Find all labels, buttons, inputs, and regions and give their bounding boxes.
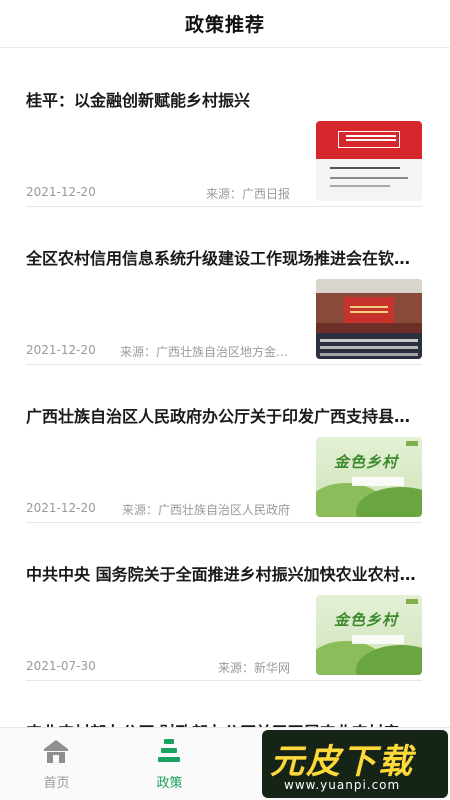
article-date: 2021-12-20 [26,501,96,515]
article-thumbnail[interactable]: 金色乡村 [316,437,422,517]
home-icon [44,740,68,763]
article-title[interactable]: 农业农村部办公厅 财政部办公厅关于开展农业农村产业融合项目 [26,719,422,727]
tab-policy-label: 政策 [156,776,183,791]
article-title[interactable]: 广西壮族自治区人民政府办公厅关于印发广西支持县域经济发展若干措施的通知 [26,403,422,427]
list-item[interactable]: 农业农村部办公厅 财政部办公厅关于开展农业农村产业融合项目 [26,681,422,727]
watermark-logo-text: 元皮下载 [270,742,414,782]
article-title[interactable]: 桂平：以金融创新赋能乡村振兴 [26,87,422,111]
article-title[interactable]: 全区农村信用信息系统升级建设工作现场推进会在钦州召开 [26,245,422,269]
tab-home[interactable]: 首页 [0,728,113,800]
top-bar: 政策推荐 [0,0,450,48]
list-item[interactable]: 全区农村信用信息系统升级建设工作现场推进会在钦州召开 2021-12-20 来源… [26,207,422,365]
watermark-url: www.yuanpi.com [284,778,401,792]
policy-news-list[interactable]: 桂平：以金融创新赋能乡村振兴 2021-12-20 来源：广西日报 全区农村信用… [0,49,450,727]
page-title: 政策推荐 [184,14,265,36]
article-source: 来源：广西日报 [205,187,290,201]
tab-policy[interactable]: 政策 [113,728,226,800]
policy-list-icon [158,739,180,762]
article-date: 2021-12-20 [26,343,96,357]
article-thumbnail[interactable]: 金色乡村 [316,595,422,675]
site-watermark: 元皮下载 www.yuanpi.com [262,730,448,798]
article-date: 2021-07-30 [26,659,96,673]
article-source: 来源：广西壮族自治区地方金融监督管理局 [120,345,290,359]
article-thumbnail[interactable] [316,121,422,201]
article-date: 2021-12-20 [26,185,96,199]
list-item[interactable]: 中共中央 国务院关于全面推进乡村振兴加快农业农村现代化的意见 2021-07-3… [26,523,422,681]
thumbnail-caption: 金色乡村 [334,453,399,471]
list-item[interactable]: 广西壮族自治区人民政府办公厅关于印发广西支持县域经济发展若干措施的通知 2021… [26,365,422,523]
thumbnail-caption: 金色乡村 [334,611,399,629]
list-item[interactable]: 桂平：以金融创新赋能乡村振兴 2021-12-20 来源：广西日报 [26,49,422,207]
article-source: 来源：广西壮族自治区人民政府 [121,503,290,517]
article-thumbnail[interactable] [316,279,422,359]
tab-home-label: 首页 [43,776,70,791]
article-title[interactable]: 中共中央 国务院关于全面推进乡村振兴加快农业农村现代化的意见 [26,561,422,585]
article-source: 来源：新华网 [217,661,290,675]
